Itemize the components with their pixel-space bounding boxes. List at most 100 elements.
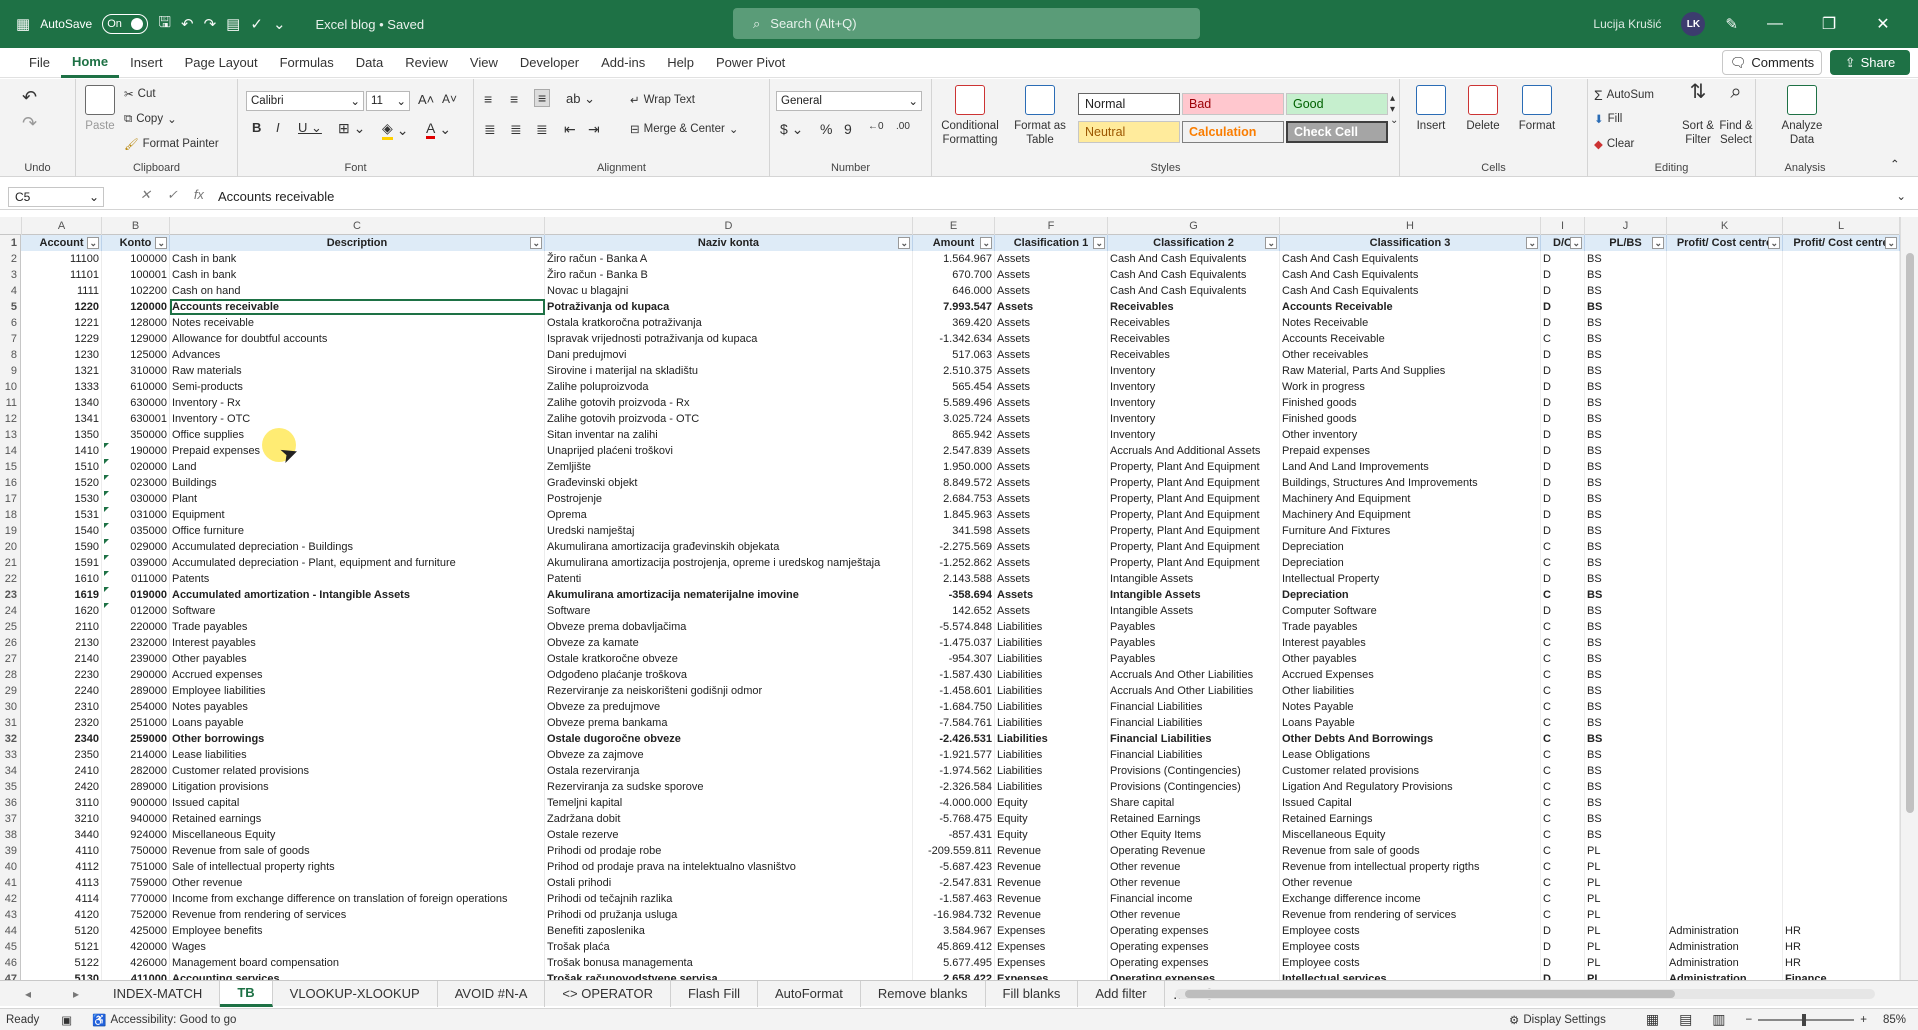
cell[interactable]: Assets xyxy=(995,315,1108,331)
cell[interactable]: 1350 xyxy=(22,427,102,443)
cell[interactable] xyxy=(1783,603,1900,619)
cell[interactable] xyxy=(1783,859,1900,875)
analyze-data-button[interactable]: Analyze Data xyxy=(1774,85,1830,147)
bold-icon[interactable]: B xyxy=(252,120,261,135)
style-good[interactable]: Good xyxy=(1286,93,1388,115)
cell[interactable]: Notes receivable xyxy=(170,315,545,331)
cell[interactable]: Property, Plant And Equipment xyxy=(1108,491,1280,507)
cell[interactable]: Provisions (Contingencies) xyxy=(1108,763,1280,779)
cell[interactable]: Payables xyxy=(1108,651,1280,667)
undo-icon[interactable]: ↶ xyxy=(22,87,37,108)
cell[interactable]: 2420 xyxy=(22,779,102,795)
cell[interactable]: Accumulated amortization - Intangible As… xyxy=(170,587,545,603)
cell[interactable]: Trade payables xyxy=(170,619,545,635)
cell[interactable]: BS xyxy=(1585,683,1667,699)
display-settings[interactable]: Display Settings xyxy=(1523,1014,1605,1026)
cell[interactable]: Sitan inventar na zalihi xyxy=(545,427,913,443)
cut-button[interactable]: ✂ Cut xyxy=(124,87,156,101)
cell[interactable] xyxy=(1667,827,1783,843)
cell[interactable]: Cash And Cash Equivalents xyxy=(1108,283,1280,299)
row-number[interactable]: 14 xyxy=(0,443,21,459)
tab-scroll-right-icon[interactable]: ▸ xyxy=(56,987,96,1001)
cell[interactable]: BS xyxy=(1585,315,1667,331)
cell[interactable]: 100001 xyxy=(102,267,170,283)
row-number[interactable]: 29 xyxy=(0,683,21,699)
cell[interactable]: C xyxy=(1541,651,1585,667)
cell[interactable] xyxy=(1783,283,1900,299)
row-number[interactable]: 34 xyxy=(0,763,21,779)
app-grid-icon[interactable]: ▦ xyxy=(16,15,30,33)
cell[interactable]: Akumulirana amortizacija građevinskih ob… xyxy=(545,539,913,555)
cell[interactable]: Temeljni kapital xyxy=(545,795,913,811)
row-number[interactable]: 33 xyxy=(0,747,21,763)
cell[interactable]: 5.589.496 xyxy=(913,395,995,411)
cell[interactable]: D xyxy=(1541,347,1585,363)
cell[interactable]: Notes payables xyxy=(170,699,545,715)
column-title[interactable]: PL/BS ⌄ xyxy=(1585,235,1667,251)
cell[interactable]: 5120 xyxy=(22,923,102,939)
column-header-a[interactable]: A xyxy=(22,217,102,235)
cell[interactable]: BS xyxy=(1585,667,1667,683)
cell[interactable]: 2230 xyxy=(22,667,102,683)
cell[interactable]: 1620 xyxy=(22,603,102,619)
cell[interactable]: 341.598 xyxy=(913,523,995,539)
row-number[interactable]: 6 xyxy=(0,315,21,331)
cell[interactable]: BS xyxy=(1585,555,1667,571)
cell[interactable]: 630000 xyxy=(102,395,170,411)
cell[interactable]: Depreciation xyxy=(1280,539,1541,555)
cell[interactable]: Patenti xyxy=(545,571,913,587)
cell[interactable]: PL xyxy=(1585,859,1667,875)
collapse-ribbon-icon[interactable]: ⌃ xyxy=(1890,157,1900,171)
tab-power-pivot[interactable]: Power Pivot xyxy=(705,48,796,78)
cell[interactable]: Akumulirana amortizacija postrojenja, op… xyxy=(545,555,913,571)
cell[interactable]: D xyxy=(1541,523,1585,539)
cell[interactable]: 289000 xyxy=(102,683,170,699)
cell[interactable]: PL xyxy=(1585,923,1667,939)
cell[interactable] xyxy=(1667,475,1783,491)
cell[interactable]: Accumulated depreciation - Buildings xyxy=(170,539,545,555)
close-icon[interactable]: ✕ xyxy=(1866,14,1900,34)
format-cells-button[interactable]: Format xyxy=(1512,85,1562,133)
cell[interactable] xyxy=(1667,795,1783,811)
cell[interactable]: Financial Liabilities xyxy=(1108,715,1280,731)
row-number[interactable]: 31 xyxy=(0,715,21,731)
column-title[interactable]: D/C ⌄ xyxy=(1541,235,1585,251)
cell[interactable]: 142.652 xyxy=(913,603,995,619)
fill-color-icon[interactable]: ◈ ⌄ xyxy=(382,120,409,140)
filter-dropdown-icon[interactable]: ⌄ xyxy=(155,237,167,249)
column-header-k[interactable]: K xyxy=(1667,217,1783,235)
cell[interactable]: 035000 xyxy=(102,523,170,539)
column-title[interactable]: Konto ⌄ xyxy=(102,235,170,251)
cell[interactable]: D xyxy=(1541,283,1585,299)
cell[interactable]: Miscellaneous Equity xyxy=(170,827,545,843)
row-number[interactable]: 22 xyxy=(0,571,21,587)
cell[interactable]: Revenue from sale of goods xyxy=(1280,843,1541,859)
cell[interactable]: C xyxy=(1541,731,1585,747)
cell[interactable]: BS xyxy=(1585,811,1667,827)
cell[interactable]: -2.426.531 xyxy=(913,731,995,747)
cell[interactable]: BS xyxy=(1585,507,1667,523)
row-number[interactable]: 26 xyxy=(0,635,21,651)
filter-dropdown-icon[interactable]: ⌄ xyxy=(1570,237,1582,249)
row-number[interactable]: 41 xyxy=(0,875,21,891)
cell[interactable]: 940000 xyxy=(102,811,170,827)
row-number[interactable]: 30 xyxy=(0,699,21,715)
cell[interactable]: Computer Software xyxy=(1280,603,1541,619)
cell[interactable]: Zalihe gotovih proizvoda - Rx xyxy=(545,395,913,411)
cell[interactable]: Revenue from intellectual property rigth… xyxy=(1280,859,1541,875)
cell[interactable]: Liabilities xyxy=(995,699,1108,715)
cell[interactable]: Receivables xyxy=(1108,299,1280,315)
cell[interactable]: Inventory xyxy=(1108,411,1280,427)
font-name-select[interactable]: Calibri ⌄ xyxy=(246,91,364,111)
pen-icon[interactable]: ✓ xyxy=(250,15,263,33)
cell[interactable]: Assets xyxy=(995,283,1108,299)
cell[interactable]: Depreciation xyxy=(1280,555,1541,571)
column-header-i[interactable]: I xyxy=(1541,217,1585,235)
cancel-icon[interactable]: ✕ xyxy=(140,187,151,203)
cell[interactable]: Employee benefits xyxy=(170,923,545,939)
row-number[interactable]: 46 xyxy=(0,955,21,971)
redo-icon[interactable]: ↷ xyxy=(204,15,217,33)
cell[interactable] xyxy=(1667,587,1783,603)
row-number[interactable]: 45 xyxy=(0,939,21,955)
cell[interactable] xyxy=(1667,395,1783,411)
